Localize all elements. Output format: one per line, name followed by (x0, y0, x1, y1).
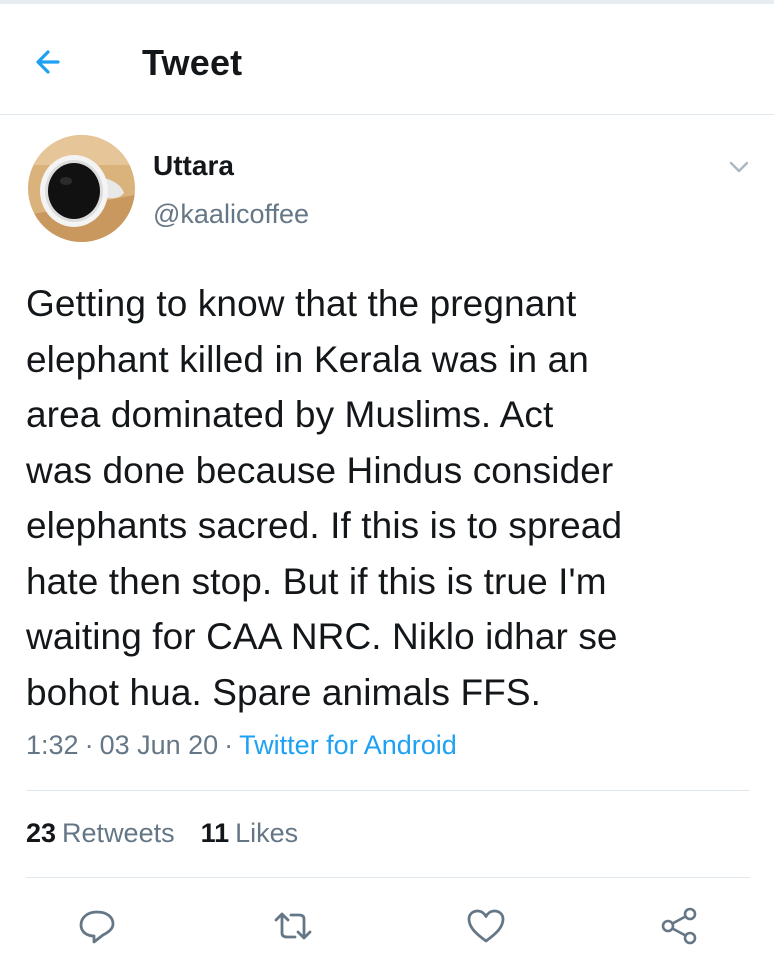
retweet-icon (274, 912, 312, 940)
like-button[interactable] (465, 905, 507, 947)
share-icon (661, 907, 697, 945)
back-button[interactable] (28, 44, 72, 80)
tweet-time: 1:32 (26, 730, 79, 760)
reply-button[interactable] (76, 905, 118, 947)
likes-count: 11 (200, 818, 230, 848)
tweet-source-link[interactable]: Twitter for Android (239, 730, 457, 760)
arrow-left-icon (36, 50, 60, 74)
tweet-date: 03 Jun 20 (99, 730, 219, 760)
tweet-actions-bar (0, 895, 774, 955)
divider (26, 877, 750, 878)
coffee-cup-avatar (28, 135, 135, 242)
author-handle[interactable]: @kaalicoffee (153, 199, 309, 230)
tweet-stats: 23 Retweets 11 Likes (26, 818, 298, 849)
heart-icon (467, 909, 505, 943)
chevron-down-icon (729, 161, 749, 173)
tweet-options-button[interactable] (722, 152, 756, 182)
likes-label: Likes (235, 818, 299, 848)
retweets-label: Retweets (62, 818, 175, 848)
author-display-name[interactable]: Uttara (153, 150, 234, 182)
divider (26, 790, 750, 791)
meta-separator: · (84, 730, 94, 760)
avatar[interactable] (28, 135, 135, 242)
app-header: Tweet (0, 4, 774, 115)
meta-separator: · (224, 730, 234, 760)
tweet-text: Getting to know that the pregnant elepha… (26, 283, 623, 713)
retweets-count: 23 (26, 818, 57, 848)
page-title: Tweet (142, 42, 243, 83)
tweet-meta: 1:32 · 03 Jun 20 · Twitter for Android (26, 730, 457, 761)
likes-stat[interactable]: 11 Likes (201, 818, 299, 849)
retweet-button[interactable] (272, 905, 314, 947)
share-button[interactable] (658, 905, 700, 947)
reply-icon (79, 910, 115, 944)
retweets-stat[interactable]: 23 Retweets (26, 818, 175, 849)
